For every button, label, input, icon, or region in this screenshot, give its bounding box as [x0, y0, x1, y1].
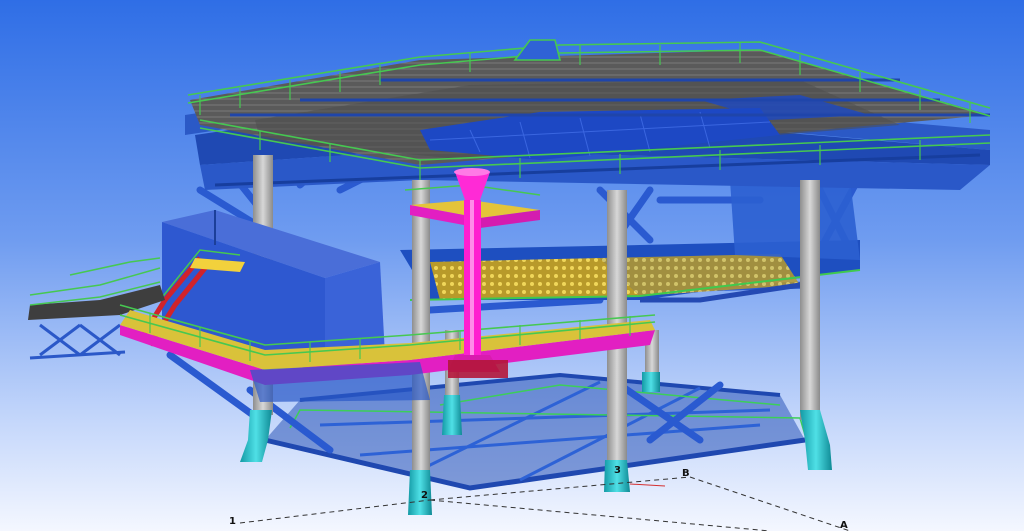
- grid-label-1: 1: [229, 516, 236, 527]
- grid-label-a: A: [840, 520, 848, 531]
- grid-label-3: 3: [614, 465, 621, 476]
- grid-label-b: B: [682, 468, 690, 479]
- grid-axis-lines: [239, 476, 851, 531]
- offshore-platform-model: [28, 39, 991, 531]
- 3d-model-viewport[interactable]: 1 2 3 B A: [0, 0, 1024, 531]
- grid-label-2: 2: [421, 490, 428, 501]
